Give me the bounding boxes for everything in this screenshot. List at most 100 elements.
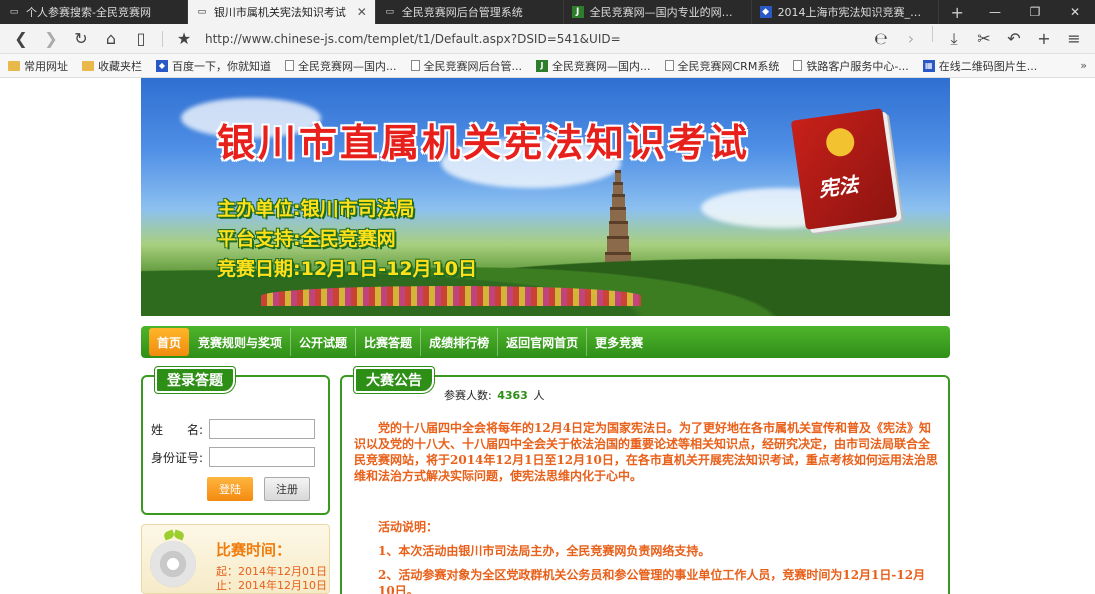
constitution-book-icon: 宪法 xyxy=(790,108,898,230)
window-controls: — ❐ ✕ xyxy=(975,0,1095,24)
address-bar[interactable]: http://www.chinese-js.com/templet/t1/Def… xyxy=(205,32,866,46)
banner: 银川市直属机关宪法知识考试 主办单位:银川市司法局 平台支持:全民竞赛网 竞赛日… xyxy=(141,78,950,316)
bookmarks-overflow-icon[interactable]: » xyxy=(1080,59,1087,72)
undo-icon[interactable]: ↶ xyxy=(999,26,1029,52)
menu-item-rules[interactable]: 竞赛规则与奖项 xyxy=(190,328,292,356)
menu-item-ranking[interactable]: 成绩排行榜 xyxy=(421,328,499,356)
login-button[interactable]: 登陆 xyxy=(207,477,253,501)
web-page: 银川市直属机关宪法知识考试 主办单位:银川市司法局 平台支持:全民竞赛网 竞赛日… xyxy=(0,78,1095,594)
favorite-star-icon[interactable]: ★ xyxy=(169,26,199,52)
bookmark-item[interactable]: 全民竞赛网CRM系统 xyxy=(664,58,779,74)
id-row: 身份证号: xyxy=(151,447,315,467)
participants-number: 4363 xyxy=(497,389,528,402)
browser-tab-bar: ▭ 个人参赛搜索-全民竞赛网 ▭ 银川市属机关宪法知识考试 ✕ ▭ 全民竞赛网后… xyxy=(0,0,1095,24)
bookmark-item[interactable]: ▦ 在线二维码图片生... xyxy=(922,58,1038,74)
bookmark-item[interactable]: 常用网址 xyxy=(8,58,68,74)
close-tab-icon[interactable]: ✕ xyxy=(357,5,367,19)
menu-item-official-site[interactable]: 返回官网首页 xyxy=(498,328,588,356)
bookmarks-bar: 常用网址 收藏夹栏 ◆ 百度一下，你就知道 全民竞赛网—国内... 全民竞赛网后台… xyxy=(0,54,1095,78)
browser-mode-icon[interactable]: ℮ xyxy=(866,26,896,52)
bookmark-label: 在线二维码图片生... xyxy=(938,59,1038,73)
tab-title: 全民竞赛网—国内专业的网络和微信 xyxy=(589,6,743,19)
add-icon[interactable]: + xyxy=(1029,26,1059,52)
folder-icon xyxy=(8,60,20,71)
disc-icon xyxy=(150,541,196,587)
page-icon: ▭ xyxy=(385,7,395,17)
banner-dates: 竞赛日期:12月1日-12月10日 xyxy=(217,258,478,280)
menu-item-home[interactable]: 首页 xyxy=(149,328,190,356)
banner-title: 银川市直属机关宪法知识考试 xyxy=(217,121,751,165)
contest-time-heading: 比赛时间： xyxy=(216,541,292,559)
browser-tab-3[interactable]: ▭ 全民竞赛网后台管理系统 xyxy=(376,0,564,24)
page-icon xyxy=(793,60,803,71)
id-number-input[interactable] xyxy=(209,447,315,467)
register-button[interactable]: 注册 xyxy=(264,477,310,501)
login-heading: 登录答题 xyxy=(155,367,235,393)
activity-item: 1、本次活动由银川市司法局主办，全民竞赛网负责网络支持。 xyxy=(378,544,711,558)
forward-icon[interactable]: ❯ xyxy=(36,26,66,52)
refresh-icon[interactable]: ↻ xyxy=(66,26,96,52)
chevron-right-icon[interactable]: › xyxy=(896,26,926,52)
book-label: 宪法 xyxy=(816,172,860,202)
divider xyxy=(932,25,933,42)
bookmark-label: 铁路客户服务中心-... xyxy=(806,59,909,73)
announcement-paragraph: 党的十八届四中全会将每年的12月4日定为国家宪法日。为了更好地在各市属机关宣传和… xyxy=(354,421,938,483)
restore-icon[interactable]: ❐ xyxy=(1015,0,1055,24)
announcement-panel: 大赛公告 参赛人数: 4363 人 党的十八届四中全会将每年的12月4日定为国家… xyxy=(340,367,950,594)
bookmark-item[interactable]: 收藏夹栏 xyxy=(82,58,142,74)
minimize-icon[interactable]: — xyxy=(975,0,1015,24)
menu-item-public-questions[interactable]: 公开试题 xyxy=(291,328,357,356)
page-icon xyxy=(410,60,420,71)
page-icon xyxy=(664,60,674,71)
bookmark-label: 全民竞赛网后台管... xyxy=(423,59,523,73)
contest-time-panel: 比赛时间： 起：2014年12月01日 止：2014年12月10日 xyxy=(141,524,330,594)
login-panel: 登录答题 姓 名: 身份证号: 登陆 注册 xyxy=(141,367,330,515)
bookmark-label: 收藏夹栏 xyxy=(98,59,142,73)
flowers-illustration xyxy=(261,286,641,306)
browser-tab-2[interactable]: ▭ 银川市属机关宪法知识考试 ✕ xyxy=(187,0,376,24)
baidu-icon: ◆ xyxy=(759,6,772,18)
tab-title: 个人参赛搜索-全民竞赛网 xyxy=(26,6,151,19)
js-icon: J xyxy=(571,6,584,18)
bookmark-item[interactable]: 铁路客户服务中心-... xyxy=(793,58,909,74)
bookmark-item[interactable]: 全民竞赛网—国内... xyxy=(285,58,397,74)
page-icon: ▭ xyxy=(197,7,207,17)
browser-tab-1[interactable]: ▭ 个人参赛搜索-全民竞赛网 xyxy=(0,0,188,24)
qr-icon: ▦ xyxy=(922,59,935,72)
tab-title: 全民竞赛网后台管理系统 xyxy=(401,6,523,19)
browser-tab-5[interactable]: ◆ 2014上海市宪法知识竞赛_百度搜索 xyxy=(752,0,940,24)
reading-view-icon[interactable]: ▯ xyxy=(126,26,156,52)
bookmark-item[interactable]: 全民竞赛网后台管... xyxy=(410,58,523,74)
new-tab-button[interactable]: + xyxy=(939,0,975,24)
bookmark-label: 全民竞赛网—国内... xyxy=(552,59,651,73)
bookmark-label: 百度一下，你就知道 xyxy=(172,59,271,73)
menu-icon[interactable]: ≡ xyxy=(1059,26,1089,52)
sprout-icon xyxy=(164,529,184,545)
name-input[interactable] xyxy=(209,419,315,439)
bookmark-label: 全民竞赛网—国内... xyxy=(298,59,397,73)
close-window-icon[interactable]: ✕ xyxy=(1055,0,1095,24)
activity-title: 活动说明： xyxy=(378,520,439,534)
national-emblem-icon xyxy=(824,126,857,159)
banner-platform: 平台支持:全民竞赛网 xyxy=(217,228,396,250)
menu-item-more-contests[interactable]: 更多竞赛 xyxy=(587,328,651,356)
baidu-icon: ◆ xyxy=(156,59,168,72)
participants-unit: 人 xyxy=(533,389,545,402)
cut-icon[interactable]: ✂ xyxy=(969,26,999,52)
page-icon: ▭ xyxy=(9,7,19,17)
participants-label: 参赛人数: xyxy=(444,389,492,402)
back-icon[interactable]: ❮ xyxy=(6,26,36,52)
bookmark-label: 常用网址 xyxy=(24,59,68,73)
browser-tab-4[interactable]: J 全民竞赛网—国内专业的网络和微信 xyxy=(564,0,752,24)
banner-organizer: 主办单位:银川市司法局 xyxy=(217,198,415,220)
browser-nav-bar: ❮ ❯ ↻ ⌂ ▯ ★ http://www.chinese-js.com/te… xyxy=(0,24,1095,54)
menu-item-answer[interactable]: 比赛答题 xyxy=(356,328,422,356)
contest-end: 止：2014年12月10日 xyxy=(216,579,327,592)
download-icon[interactable]: ⤓ xyxy=(939,26,969,52)
id-label: 身份证号: xyxy=(151,450,204,465)
home-icon[interactable]: ⌂ xyxy=(96,26,126,52)
bookmark-item[interactable]: ◆ 百度一下，你就知道 xyxy=(156,58,271,74)
bookmark-item[interactable]: J 全民竞赛网—国内... xyxy=(536,58,651,74)
name-label: 姓 名: xyxy=(151,422,204,437)
activity-item: 2、活动参赛对象为全区党政群机关公务员和参公管理的事业单位工作人员，竞赛时间为1… xyxy=(378,568,926,594)
